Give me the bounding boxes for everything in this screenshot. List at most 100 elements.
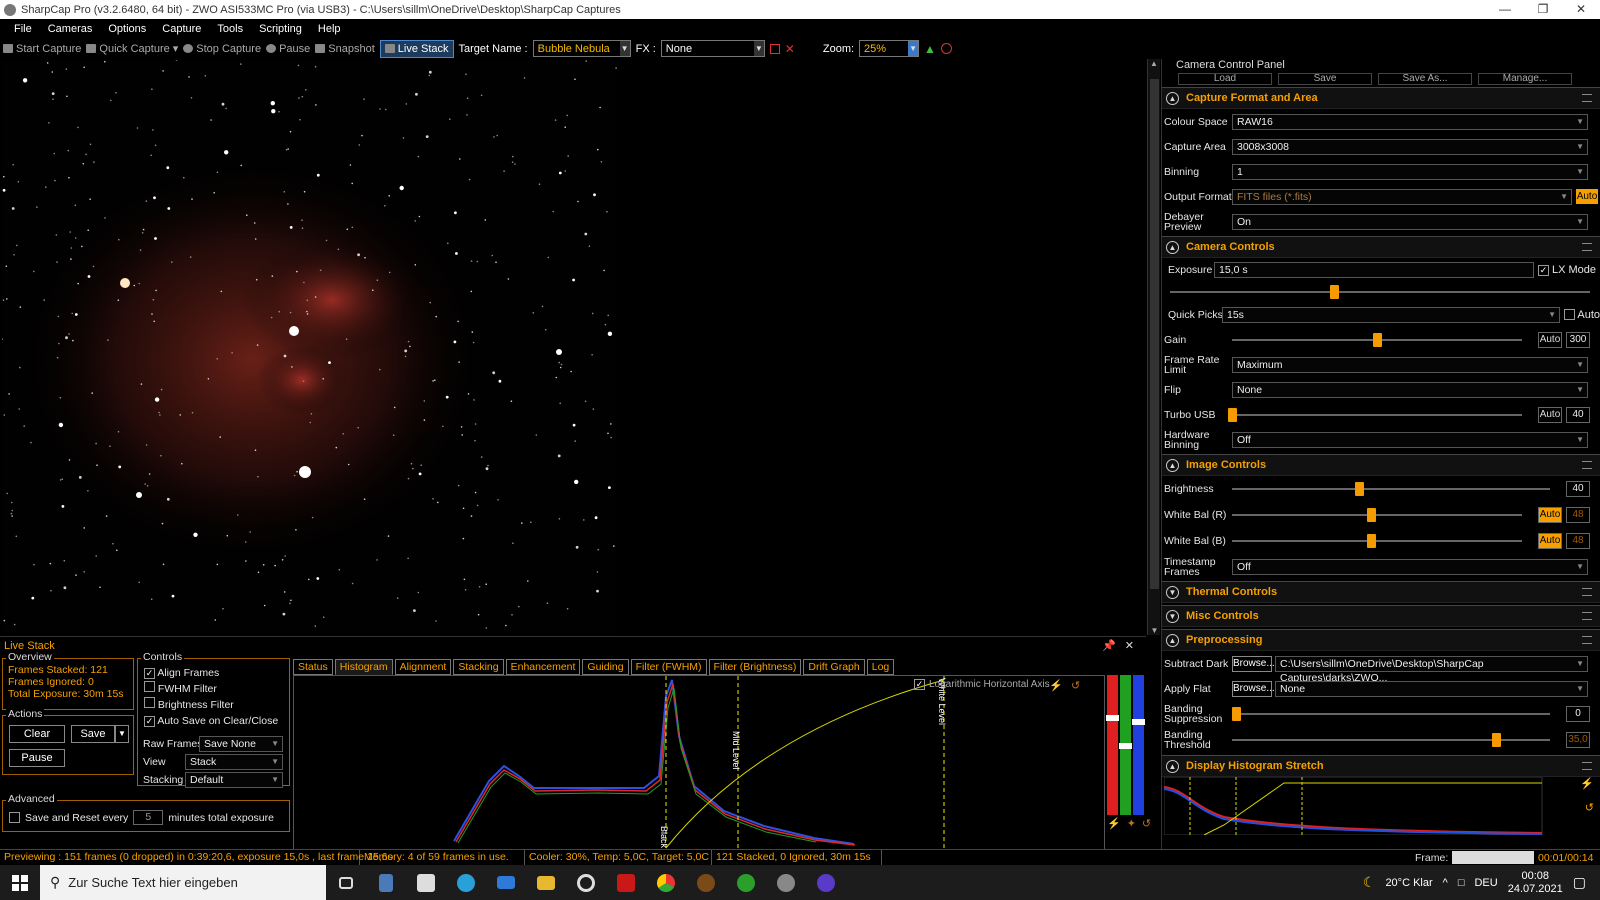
save-as-profile-button[interactable]: Save As... bbox=[1378, 73, 1472, 85]
zoom-combo[interactable]: 25% ▼ bbox=[859, 40, 920, 57]
red-app-icon[interactable] bbox=[606, 865, 646, 900]
auto-stretch-icon[interactable]: ⚡ bbox=[1580, 777, 1594, 790]
file-explorer-icon[interactable] bbox=[526, 865, 566, 900]
gain-value[interactable]: 300 bbox=[1566, 331, 1590, 348]
chevron-down-icon[interactable]: ▼ bbox=[1166, 609, 1179, 623]
start-capture-button[interactable]: Start Capture bbox=[3, 43, 81, 55]
histogram-icon[interactable]: ▲ bbox=[924, 42, 936, 56]
windows-start-button[interactable] bbox=[0, 865, 40, 900]
pin-icon[interactable]: 📌 bbox=[1102, 639, 1116, 652]
tab-enhancement[interactable]: Enhancement bbox=[505, 659, 581, 675]
banding-suppression-knob[interactable] bbox=[1232, 707, 1241, 721]
section-menu-icon[interactable] bbox=[1582, 612, 1592, 620]
clear-selection-icon[interactable]: ✕ bbox=[785, 42, 795, 56]
colour-adjust-bars[interactable] bbox=[1106, 675, 1145, 815]
flip-select[interactable]: None ▼ bbox=[1232, 381, 1588, 398]
white-bal-r-knob[interactable] bbox=[1367, 508, 1377, 522]
mail-icon[interactable] bbox=[486, 865, 526, 900]
display-stretch-histogram[interactable] bbox=[1164, 777, 1564, 835]
selection-rect-icon[interactable] bbox=[769, 43, 780, 54]
binning-select[interactable]: 1 ▼ bbox=[1232, 163, 1588, 180]
clock[interactable]: 00:08 24.07.2021 bbox=[1508, 870, 1563, 896]
exposure-input[interactable]: 15,0 s bbox=[1214, 262, 1534, 278]
tab-log[interactable]: Log bbox=[866, 659, 895, 675]
colour-space-select[interactable]: RAW16 ▼ bbox=[1232, 113, 1588, 130]
chevron-up-icon[interactable]: ▲ bbox=[1166, 240, 1179, 254]
tab-alignment[interactable]: Alignment bbox=[394, 659, 452, 675]
cdc-app-icon[interactable] bbox=[686, 865, 726, 900]
pause-stack-button[interactable]: Pause bbox=[9, 749, 65, 767]
quick-capture-button[interactable]: Quick Capture ▾ bbox=[86, 42, 178, 55]
menu-scripting[interactable]: Scripting bbox=[259, 23, 302, 35]
chevron-down-icon[interactable]: ▾ bbox=[173, 42, 179, 55]
green-app-icon[interactable] bbox=[726, 865, 766, 900]
section-menu-icon[interactable] bbox=[1582, 94, 1592, 102]
edge-icon[interactable] bbox=[446, 865, 486, 900]
target-name-combo[interactable]: Bubble Nebula ▼ bbox=[532, 40, 631, 57]
target-icon[interactable] bbox=[940, 43, 952, 54]
white-bal-r-slider[interactable] bbox=[1232, 508, 1522, 522]
reset-icon[interactable]: ↺ bbox=[1071, 679, 1080, 692]
log-axis-checkbox[interactable]: ✓ bbox=[914, 679, 925, 690]
chevron-down-icon[interactable]: ▼ bbox=[1166, 585, 1179, 599]
stop-capture-button[interactable]: Stop Capture bbox=[183, 43, 261, 55]
weather-status[interactable]: 20°C Klar bbox=[1385, 877, 1432, 889]
gain-slider-knob[interactable] bbox=[1373, 333, 1382, 347]
tab-stacking[interactable]: Stacking bbox=[453, 659, 504, 675]
taskbar-search-box[interactable]: ⚲ Zur Suche Text hier eingeben bbox=[40, 865, 326, 900]
fwhm-filter-checkbox[interactable] bbox=[144, 681, 155, 692]
section-preprocessing[interactable]: ▲ Preprocessing bbox=[1162, 629, 1600, 651]
lx-mode-checkbox[interactable]: ✓ bbox=[1537, 264, 1549, 276]
tab-status[interactable]: Status bbox=[293, 659, 333, 675]
chrome-icon[interactable] bbox=[646, 865, 686, 900]
quick-picks-auto-checkbox[interactable] bbox=[1564, 309, 1576, 320]
subtract-dark-select[interactable]: C:\Users\sillm\OneDrive\Desktop\SharpCap… bbox=[1275, 655, 1588, 684]
tab-filter-fwhm[interactable]: Filter (FWHM) bbox=[630, 659, 707, 675]
quick-picks-select[interactable]: 15s ▼ bbox=[1222, 306, 1560, 323]
exposure-slider-knob[interactable] bbox=[1330, 285, 1339, 299]
debayer-preview-select[interactable]: On ▼ bbox=[1232, 213, 1588, 230]
wb-b-auto-button[interactable]: Auto bbox=[1538, 533, 1562, 549]
menu-tools[interactable]: Tools bbox=[217, 23, 243, 35]
reset-stretch-icon[interactable]: ↺ bbox=[1585, 801, 1594, 814]
menu-capture[interactable]: Capture bbox=[162, 23, 201, 35]
store-icon[interactable] bbox=[406, 865, 446, 900]
manage-profiles-button[interactable]: Manage... bbox=[1478, 73, 1572, 85]
clear-button[interactable]: Clear bbox=[9, 725, 65, 743]
tab-histogram[interactable]: Histogram bbox=[334, 659, 393, 675]
turbo-auto-button[interactable]: Auto bbox=[1538, 406, 1562, 423]
chevron-up-icon[interactable]: ▲ bbox=[1166, 458, 1179, 472]
turbo-usb-slider-knob[interactable] bbox=[1228, 408, 1237, 422]
mid-level-marker[interactable]: Mid Level bbox=[731, 731, 741, 770]
menu-file[interactable]: File bbox=[14, 23, 32, 35]
calculator-icon[interactable] bbox=[366, 865, 406, 900]
banding-threshold-slider[interactable] bbox=[1232, 733, 1550, 747]
chevron-down-icon[interactable]: ▼ bbox=[115, 725, 129, 743]
media-app-icon[interactable] bbox=[566, 865, 606, 900]
auto-colour-icon[interactable]: ⚡ bbox=[1107, 817, 1121, 830]
wb-r-auto-button[interactable]: Auto bbox=[1538, 507, 1562, 523]
turbo-usb-value[interactable]: 40 bbox=[1566, 406, 1590, 423]
white-bal-b-knob[interactable] bbox=[1367, 534, 1377, 548]
live-stack-button[interactable]: Live Stack bbox=[379, 39, 454, 58]
save-profile-button[interactable]: Save bbox=[1278, 73, 1372, 85]
chevron-down-icon[interactable]: ▼ bbox=[753, 41, 764, 56]
browse-dark-button[interactable]: Browse... bbox=[1232, 655, 1275, 672]
close-panel-icon[interactable]: ✕ bbox=[1125, 639, 1134, 652]
task-view-icon[interactable] bbox=[326, 865, 366, 900]
gain-auto-button[interactable]: Auto bbox=[1538, 331, 1562, 348]
output-format-select[interactable]: FITS files (*.fits) ▼ bbox=[1232, 188, 1572, 205]
section-menu-icon[interactable] bbox=[1582, 243, 1592, 251]
brightness-filter-checkbox[interactable] bbox=[144, 697, 155, 708]
brightness-value[interactable]: 40 bbox=[1566, 481, 1590, 497]
chevron-down-icon[interactable]: ▼ bbox=[908, 41, 919, 56]
section-menu-icon[interactable] bbox=[1582, 762, 1592, 770]
tab-filter-brightness[interactable]: Filter (Brightness) bbox=[708, 659, 802, 675]
align-frames-checkbox[interactable]: ✓ bbox=[144, 668, 155, 679]
section-display-histogram-stretch[interactable]: ▲ Display Histogram Stretch bbox=[1162, 755, 1600, 777]
exposure-slider[interactable] bbox=[1170, 285, 1590, 299]
frame-rate-select[interactable]: Maximum ▼ bbox=[1232, 356, 1588, 373]
section-thermal-controls[interactable]: ▼ Thermal Controls bbox=[1162, 581, 1600, 603]
timestamp-frames-select[interactable]: Off ▼ bbox=[1232, 558, 1588, 575]
banding-suppression-slider[interactable] bbox=[1232, 707, 1550, 721]
